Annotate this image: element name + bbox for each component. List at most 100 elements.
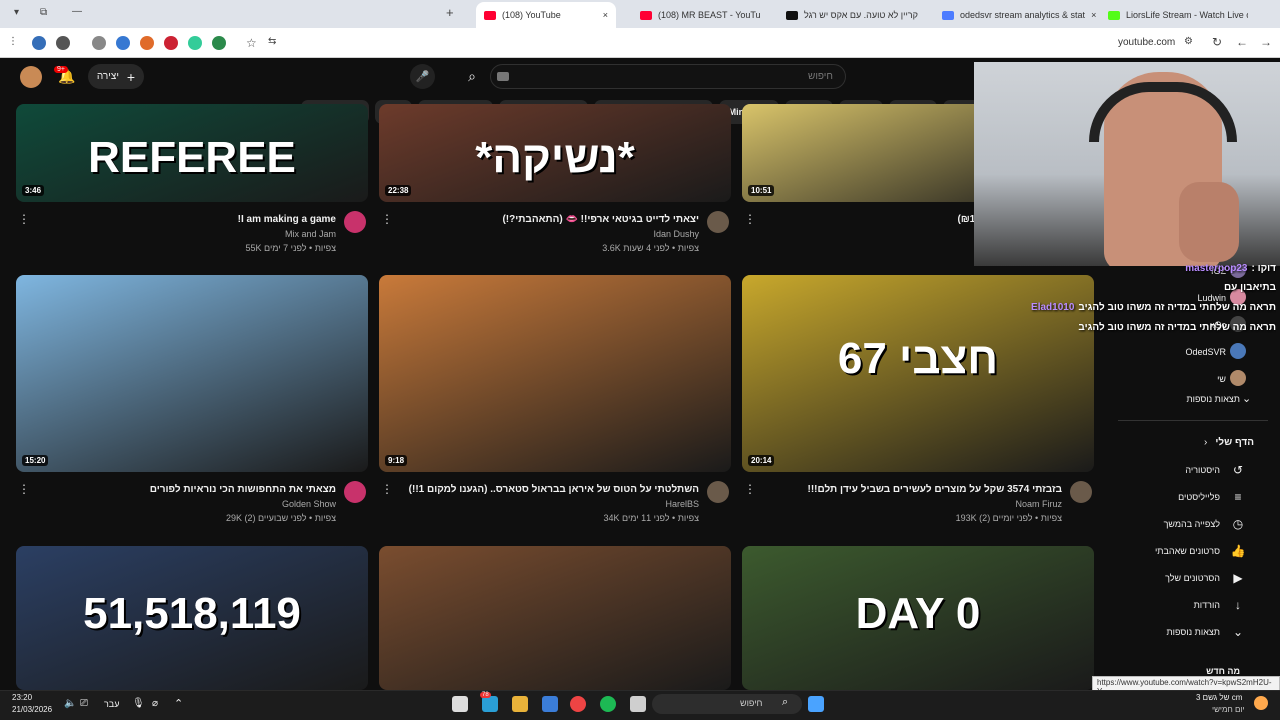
url-text[interactable]: youtube.com xyxy=(1118,37,1175,48)
app-icon[interactable] xyxy=(452,696,468,712)
more-options-icon[interactable]: ⋮ xyxy=(744,482,756,496)
app-icon[interactable] xyxy=(512,696,528,712)
video-title[interactable]: יצאתי לדייט בגיטאי ארפי!! 👄 (התאהבתי?!) xyxy=(399,214,699,225)
you-menu-item[interactable]: סרטונים שאהבתי 👍 xyxy=(1120,543,1260,563)
new-tab-icon[interactable]: + xyxy=(446,5,454,20)
chat-text: תראה מה שלחתי במדיה זה משהו טוב להגיב xyxy=(1078,322,1276,333)
extension-icon[interactable] xyxy=(164,36,178,50)
browser-tab[interactable]: הקריין לא טועה. עם אקס יש רגל× xyxy=(778,2,918,28)
more-options-icon[interactable]: ⋮ xyxy=(381,212,393,226)
extension-icon[interactable] xyxy=(116,36,130,50)
video-title[interactable]: מצאתי את התחפושות הכי נוראיות לפורים xyxy=(36,484,336,495)
favicon-icon xyxy=(484,10,496,20)
browser-tab[interactable]: (108) MR BEAST - YouTube× xyxy=(632,2,760,28)
video-thumbnail[interactable]: REFEREE 3:46 xyxy=(16,104,368,202)
search-button[interactable]: ⌕ xyxy=(453,64,491,89)
chevron-up-icon[interactable]: ⌃ xyxy=(174,697,183,710)
you-menu-item[interactable]: פלייליסטים ≡ xyxy=(1120,489,1260,509)
video-thumbnail[interactable]: 15:20 xyxy=(16,275,368,472)
back-icon[interactable]: ← xyxy=(1236,35,1248,49)
channel-name[interactable]: HarelBS xyxy=(399,499,699,509)
subscription-item[interactable]: OdedSVR xyxy=(1120,343,1260,363)
you-menu-item[interactable]: הסרטונים שלך ▶ xyxy=(1120,570,1260,590)
you-menu-item[interactable]: הורדות ↓ xyxy=(1120,597,1260,617)
browser-tab[interactable]: odedsvr stream analytics & stat × xyxy=(934,2,1096,28)
telegram-icon[interactable] xyxy=(482,696,498,712)
app-grid-icon[interactable] xyxy=(542,696,558,712)
extension-icon[interactable] xyxy=(212,36,226,50)
subs-more-link[interactable]: תצאות נוספות xyxy=(1150,394,1240,404)
close-icon[interactable]: × xyxy=(1091,10,1096,20)
create-button[interactable]: יצירה + xyxy=(88,64,144,89)
weather-text[interactable]: של גשם 3 cm xyxy=(1196,693,1242,702)
video-meta: 34K צפיות • לפני 11 ימים xyxy=(603,513,700,523)
search-input[interactable] xyxy=(490,64,846,89)
video-thumbnail[interactable] xyxy=(379,546,731,690)
channel-avatar[interactable] xyxy=(707,481,729,503)
extension-icon[interactable] xyxy=(140,36,154,50)
more-options-icon[interactable]: ⋮ xyxy=(18,482,30,496)
reload-icon[interactable]: ↻ xyxy=(1212,35,1222,49)
weather-icon[interactable] xyxy=(1254,696,1268,710)
sidebar-toggle-icon[interactable]: ⋮ xyxy=(8,36,18,47)
video-thumbnail[interactable]: *נשיקה* 22:38 xyxy=(379,104,731,202)
tab-list-icon[interactable]: ▾ xyxy=(14,7,19,18)
history-icon: ↺ xyxy=(1232,463,1244,477)
close-icon[interactable]: × xyxy=(603,10,608,20)
extension-icon[interactable] xyxy=(188,36,202,50)
spotify-icon[interactable] xyxy=(600,696,616,712)
chat-message: דוקו :masterpop23 xyxy=(976,263,1276,274)
wifi-off-icon[interactable]: ⌀ xyxy=(152,698,158,709)
channel-avatar[interactable] xyxy=(344,211,366,233)
file-explorer-icon[interactable] xyxy=(630,696,646,712)
clock-icon: ◷ xyxy=(1232,517,1244,531)
chrome-icon[interactable] xyxy=(570,696,586,712)
video-thumbnail[interactable]: DAY 0 xyxy=(742,546,1094,690)
you-section-title[interactable]: הדף שלי xyxy=(1150,437,1254,448)
clock-time[interactable]: 23:20 xyxy=(12,693,32,702)
you-menu-item[interactable]: תצאות נוספות ⌄ xyxy=(1120,624,1260,644)
minimize-icon[interactable]: — xyxy=(72,6,82,17)
extension-icon[interactable] xyxy=(56,36,70,50)
video-thumbnail[interactable]: 51,518,119 xyxy=(16,546,368,690)
site-info-icon[interactable]: ⇆ xyxy=(268,36,276,47)
search-icon: ⌕ xyxy=(468,68,476,84)
channel-avatar[interactable] xyxy=(1070,481,1092,503)
subscription-item[interactable]: שי xyxy=(1120,370,1260,390)
tab-actions-icon[interactable]: ⧉ xyxy=(40,7,47,18)
bookmark-star-icon[interactable]: ☆ xyxy=(246,36,257,50)
channel-name[interactable]: Noam Firuz xyxy=(762,499,1062,509)
channel-name[interactable]: Golden Show xyxy=(36,499,336,509)
video-thumbnail[interactable]: 9:18 xyxy=(379,275,731,472)
microphone-icon[interactable]: 🎙 xyxy=(132,698,145,709)
voice-search-button[interactable]: 🎤 xyxy=(410,64,435,89)
keyboard-icon[interactable] xyxy=(497,72,509,81)
more-options-icon[interactable]: ⋮ xyxy=(18,212,30,226)
channel-avatar[interactable] xyxy=(344,481,366,503)
channel-name[interactable]: Mix and Jam xyxy=(36,229,336,239)
language-indicator[interactable]: עבר xyxy=(104,699,119,709)
extension-icon[interactable] xyxy=(32,36,46,50)
avatar[interactable] xyxy=(20,66,42,88)
video-title[interactable]: השתלטתי על הטוס של איראן בבראול סטארס.. … xyxy=(399,484,699,495)
channel-avatar[interactable] xyxy=(707,211,729,233)
you-menu-item[interactable]: היסטוריה ↺ xyxy=(1120,462,1260,482)
more-options-icon[interactable]: ⋮ xyxy=(744,212,756,226)
extension-icon[interactable] xyxy=(92,36,106,50)
site-settings-icon[interactable]: ⚙ xyxy=(1184,36,1193,47)
subscription-name: OdedSVR xyxy=(1185,347,1226,357)
forward-icon[interactable]: → xyxy=(1260,35,1272,49)
video-title[interactable]: בזבזתי 3574 שקל על מוצרים לעשירים בשביל … xyxy=(762,484,1062,495)
speaker-icon[interactable]: 🔈 xyxy=(64,698,76,709)
clock-date[interactable]: 21/03/2026 xyxy=(12,705,52,714)
you-menu-item[interactable]: לצפייה בהמשך ◷ xyxy=(1120,516,1260,536)
windows-start-icon[interactable] xyxy=(808,696,824,712)
browser-tab[interactable]: (108) YouTube × xyxy=(476,2,616,28)
more-options-icon[interactable]: ⋮ xyxy=(381,482,393,496)
video-title[interactable]: I am making a game! xyxy=(36,214,336,225)
taskbar-search[interactable] xyxy=(652,694,802,714)
browser-tab[interactable]: LiorsLife Stream - Watch Live o× xyxy=(1100,2,1248,28)
you-menu-label: לצפייה בהמשך xyxy=(1163,519,1220,529)
network-icon[interactable]: ⎚ xyxy=(80,698,88,709)
channel-name[interactable]: Idan Dushy xyxy=(399,229,699,239)
